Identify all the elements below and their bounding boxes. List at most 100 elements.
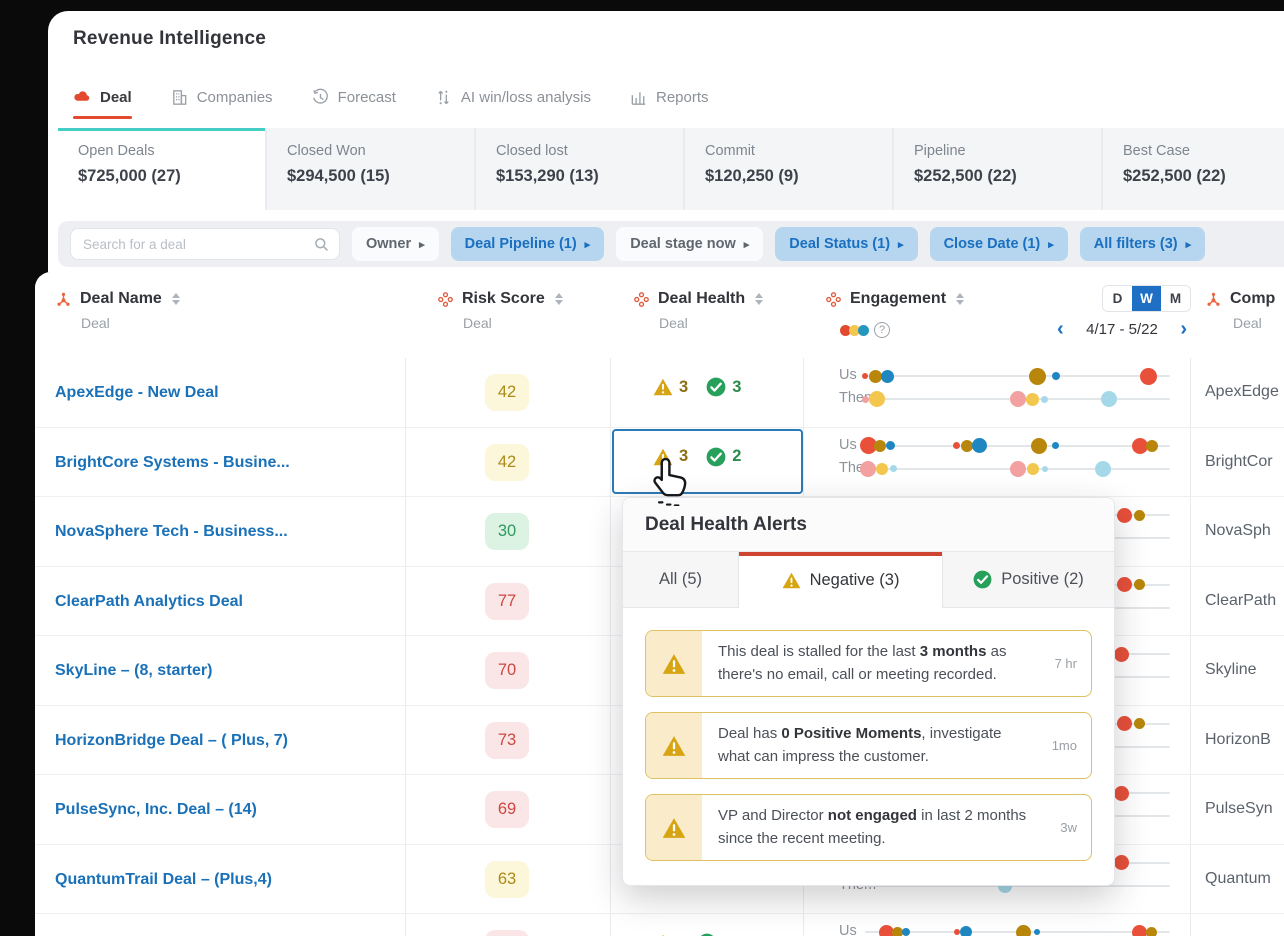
summary-card-best-case[interactable]: Best Case$252,500 (22) [1103,128,1284,210]
popup-tab-negative-3-[interactable]: Negative (3) [739,552,942,608]
popup-tab-label: All (5) [659,570,702,589]
engagement-dot [1146,927,1157,936]
column-header-deal-health[interactable]: Deal Health Deal [633,290,763,331]
sort-arrows[interactable] [555,293,563,306]
column-header-engagement[interactable]: Engagement [825,290,964,308]
sort-arrows[interactable] [755,293,763,306]
company-name: HorizonB [1205,731,1271,749]
filter-chip-deal-stage-now[interactable]: Deal stage now▸ [616,227,763,261]
table-header: Deal Name Deal Risk Score Deal Deal Heal… [35,272,1284,358]
engagement-dot [1016,925,1031,936]
filter-chip-close-date-1-[interactable]: Close Date (1)▸ [930,227,1068,261]
engagement-dot [886,441,895,450]
period-button-w[interactable]: W [1132,286,1161,311]
summary-card-closed-lost[interactable]: Closed lost$153,290 (13) [476,128,683,210]
help-icon[interactable]: ? [874,322,890,338]
risk-score-badge [485,930,529,936]
filter-chips: Owner▸ Deal Pipeline (1)▸ Deal stage now▸ D… [352,227,1205,261]
engagement-dot [1026,393,1039,406]
deal-name-link[interactable]: ApexEdge - New Deal [55,384,219,402]
search-box[interactable] [70,228,340,260]
period-button-m[interactable]: M [1161,286,1190,311]
popup-tab-label: Positive (2) [1001,570,1084,589]
engagement-dot [1114,855,1129,870]
chevron-left-icon[interactable]: ‹ [1057,319,1064,339]
filter-chip-deal-pipeline-1-[interactable]: Deal Pipeline (1)▸ [451,227,605,261]
chevron-right-icon: ▸ [419,238,425,251]
summary-label: Closed Won [287,143,454,159]
deal-name-link[interactable]: HorizonBridge Deal – ( Plus, 7) [55,732,288,750]
engagement-dot [1134,510,1145,521]
engagement-dot [1010,391,1026,407]
deal-name-link[interactable]: QuantumTrail Deal – (Plus,4) [55,871,272,889]
engagement-dot [1027,463,1039,475]
positive-count: 3 [732,378,741,397]
filter-bar: Owner▸ Deal Pipeline (1)▸ Deal stage now▸ D… [58,221,1284,267]
chevron-right-icon[interactable]: › [1180,319,1187,339]
deal-health-cell[interactable]: 33 [653,377,741,397]
filter-chip-owner[interactable]: Owner▸ [352,227,439,261]
engagement-dot [1117,577,1132,592]
engagement-dot [860,461,876,477]
engagement-dot [1031,438,1047,454]
engagement-cell: UsThem [803,358,1190,428]
nav-tab-companies[interactable]: Companies [170,81,273,113]
popup-tab-positive-2-[interactable]: Positive (2) [942,552,1114,608]
column-subtitle: Deal [1233,315,1275,331]
summary-strip: Open Deals $725,000 (27) Closed Won$294,50… [58,128,1284,210]
column-header-risk-score[interactable]: Risk Score Deal [437,290,563,331]
page-title: Revenue Intelligence [73,28,266,50]
summary-card-pipeline[interactable]: Pipeline$252,500 (22) [894,128,1101,210]
search-input[interactable] [71,229,339,259]
deal-name-link[interactable]: NovaSphere Tech - Business... [55,523,288,541]
nav-tab-reports[interactable]: Reports [629,81,709,113]
nav-tab-ai-win-loss-analysis[interactable]: AI win/loss analysis [434,81,591,113]
risk-score-badge: 77 [485,583,529,620]
engagement-dot [1101,391,1117,407]
deal-name-link[interactable]: ClearPath Analytics Deal [55,593,243,611]
sort-arrows[interactable] [956,293,964,306]
deal-name-link[interactable]: PulseSync, Inc. Deal – (14) [55,801,257,819]
engagement-cell: UsThem [803,428,1190,498]
summary-card-closed-won[interactable]: Closed Won$294,500 (15) [267,128,474,210]
nav-tab-label: Companies [197,89,273,106]
nav-tab-deal[interactable]: Deal [73,81,132,113]
revenue-intelligence-app: Revenue Intelligence Deal Companies Foreca… [0,0,1284,936]
warning-icon [662,653,686,675]
deal-name-link[interactable]: SkyLine – (8, starter) [55,662,212,680]
check-icon [706,447,726,467]
popup-tab-all-5-[interactable]: All (5) [623,552,739,608]
summary-value: $725,000 (27) [78,167,245,186]
period-button-d[interactable]: D [1103,286,1132,311]
warning-icon [653,377,673,397]
deal-name-link[interactable]: BrightCore Systems - Busine... [55,454,290,472]
summary-card-commit[interactable]: Commit$120,250 (9) [685,128,892,210]
module-icon [633,291,650,308]
engagement-dot [954,929,960,935]
summary-value: $120,250 (9) [705,167,872,186]
legend-dots [840,325,867,336]
company-name: ApexEdge [1205,383,1279,401]
column-title: Risk Score [462,290,545,308]
module-icon [437,291,454,308]
column-header-company[interactable]: Comp Deal [1205,290,1275,331]
alert-warning-zone [646,713,702,778]
alert-warning-zone [646,795,702,860]
company-name: ClearPath [1205,592,1276,610]
sort-arrows[interactable] [172,293,180,306]
table-row: UsThem [35,914,1284,936]
module-icon [825,291,842,308]
warning-icon [662,735,686,757]
period-toggle: DWM [1102,285,1191,312]
filter-chip-deal-status-1-[interactable]: Deal Status (1)▸ [775,227,917,261]
summary-card-open-deals[interactable]: Open Deals $725,000 (27) [58,128,265,210]
filter-chip-all-filters-3-[interactable]: All filters (3)▸ [1080,227,1205,261]
engagement-dot [1117,508,1132,523]
company-name: Quantum [1205,870,1271,888]
column-header-deal-name[interactable]: Deal Name Deal [55,290,180,331]
nav-tab-label: Deal [100,89,132,106]
nav-tab-forecast[interactable]: Forecast [311,81,396,113]
engagement-dot [1052,372,1060,380]
alert-card: VP and Director not engaged in last 2 mo… [645,794,1092,861]
summary-label: Open Deals [78,143,245,159]
